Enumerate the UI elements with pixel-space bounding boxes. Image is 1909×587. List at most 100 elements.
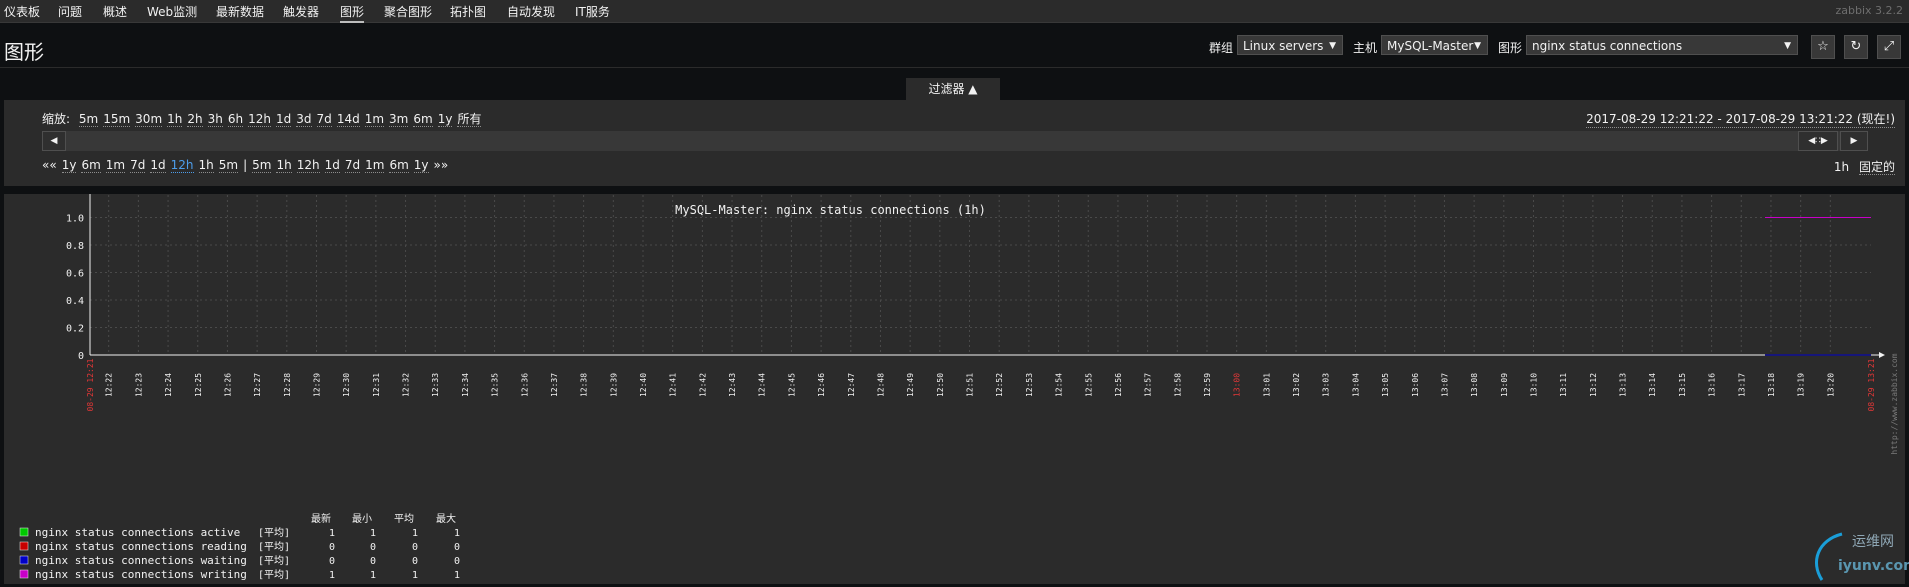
nav-back-option[interactable]: 12h [170,158,194,173]
nav-item-7[interactable]: 聚合图形 [384,3,432,20]
zoom-option[interactable]: 1m [364,112,385,127]
zoom-option[interactable]: 3m [389,112,409,127]
scroll-handle[interactable]: ◀∷▶ [1798,131,1838,151]
nav-forward-option[interactable]: 6m [389,158,409,173]
x-tick-label: 12:34 [461,373,470,397]
chart-title: MySQL-Master: nginx status connections (… [675,203,986,217]
nav-forward-option[interactable]: 1y [413,158,429,173]
nav-back-option[interactable]: 1h [198,158,214,173]
group-select[interactable]: Linux servers ▼ [1237,35,1343,55]
nav-forward-option[interactable]: 7d [344,158,361,173]
zoom-option[interactable]: 14d [336,112,360,127]
nav-back-option[interactable]: 6m [81,158,101,173]
legend-swatch [19,527,29,537]
zoom-option[interactable]: 30m [135,112,163,127]
x-tick-label: 13:00 [1233,373,1242,397]
x-tick-label: 12:36 [520,373,529,397]
zoom-option[interactable]: 3d [296,112,312,127]
nav-back-option[interactable]: 1y [61,158,77,173]
zoom-option[interactable]: 5m [78,112,99,127]
nav-forward-option[interactable]: 1d [324,158,340,173]
legend-swatch [19,555,29,565]
graph-select-value: nginx status connections [1532,39,1683,53]
refresh-button[interactable]: ↻ [1844,35,1868,59]
fixed-toggle[interactable]: 固定的 [1858,160,1895,175]
nav-forward-option[interactable]: 5m [252,158,272,173]
nav-item-10[interactable]: IT服务 [575,3,610,20]
y-tick-label: 1.0 [66,214,84,225]
host-select[interactable]: MySQL-Master ▼ [1381,35,1488,55]
zoom-option[interactable]: 所有 [457,112,482,127]
nav-back-option[interactable]: 5m [218,158,239,173]
x-tick-label: 12:26 [223,373,232,397]
scroll-right-button[interactable]: ▶ [1840,131,1868,151]
graph-select[interactable]: nginx status connections ▼ [1526,35,1798,55]
x-tick-label: 12:39 [609,373,618,397]
group-label: 群组 [1209,41,1234,55]
nav-item-1[interactable]: 问题 [58,3,82,20]
x-tick-label: 12:24 [164,373,173,397]
x-tick-label: 12:32 [402,373,411,397]
x-tick-label: 12:35 [491,373,500,397]
zoom-option[interactable]: 12h [248,112,272,127]
x-tick-label: 12:58 [1173,373,1182,397]
zoom-option[interactable]: 6h [227,112,244,127]
site-watermark-line2: iyunv.com [1838,558,1909,574]
zoom-option[interactable]: 15m [103,112,131,127]
x-tick-label: 12:55 [1084,373,1093,397]
nav-item-8[interactable]: 拓扑图 [450,3,486,20]
x-tick-label: 13:05 [1381,373,1390,397]
date-range[interactable]: 2017-08-29 12:21:22 - 2017-08-29 13:21:2… [1586,110,1895,128]
nav-back-symbol[interactable]: «« [42,158,57,172]
zoom-option[interactable]: 1y [437,112,453,127]
zoom-option[interactable]: 3h [207,112,223,127]
legend-value: 0 [412,542,418,553]
graph-panel: MySQL-Master: nginx status connections (… [4,181,1905,584]
x-tick-label: 13:06 [1411,373,1420,397]
legend-value: 1 [454,528,460,539]
fullscreen-button[interactable]: ⤢ [1877,35,1901,59]
legend-series-name: nginx status connections writing [35,568,247,581]
legend-value: 1 [329,528,335,539]
nav-item-3[interactable]: Web监测 [147,3,197,20]
legend-swatch [19,541,29,551]
x-tick-label: 12:42 [698,373,707,397]
favorite-button[interactable]: ☆ [1811,35,1835,59]
nav-back-option[interactable]: 1m [105,158,126,173]
caret-down-icon: ▼ [1329,41,1336,51]
nav-item-4[interactable]: 最新数据 [216,3,264,20]
nav-back-option[interactable]: 1d [150,158,166,173]
legend-series-name: nginx status connections reading [35,540,247,553]
nav-item-9[interactable]: 自动发现 [507,3,555,20]
zoom-option[interactable]: 6m [413,112,433,127]
nav-forward-option[interactable]: 1h [276,158,292,173]
zoom-option[interactable]: 2h [187,112,203,127]
y-tick-label: 0.2 [66,324,84,335]
nav-item-0[interactable]: 仪表板 [4,3,40,20]
scroll-left-button[interactable]: ◀ [42,131,66,151]
x-tick-label: 12:33 [431,373,440,397]
zoom-option[interactable]: 1h [167,112,183,127]
filter-toggle[interactable]: 过滤器 ▲ [906,78,1000,100]
version-label: zabbix 3.2.2 [1835,4,1903,17]
time-scrollbar[interactable]: ◀ ◀∷▶ ▶ [42,131,1868,151]
period-value: 1h [1833,160,1850,174]
x-tick-label: 13:07 [1440,373,1449,397]
nav-forward-symbol[interactable]: »» [434,158,449,172]
legend-value: 1 [412,528,418,539]
nav-item-2[interactable]: 概述 [103,3,127,20]
x-tick-label: 13:11 [1559,373,1568,397]
nav-forward-option[interactable]: 1m [365,158,385,173]
zoom-option[interactable]: 7d [316,112,332,127]
x-tick-label: 13:01 [1262,373,1271,397]
page-header: 图形 群组 Linux servers ▼ 主机 MySQL-Master ▼ … [0,23,1909,68]
legend-value: 0 [329,542,335,553]
nav-forward-option[interactable]: 12h [296,158,320,173]
nav-back-option[interactable]: 7d [130,158,146,173]
x-tick-label: 12:40 [639,373,648,397]
x-tick-label: 13:19 [1797,373,1806,397]
nav-item-6[interactable]: 图形 [340,3,365,23]
nav-item-5[interactable]: 触发器 [283,3,319,20]
zoom-option[interactable]: 1d [276,112,292,127]
site-watermark-graphic: 运维网 iyunv.com [1815,532,1909,581]
